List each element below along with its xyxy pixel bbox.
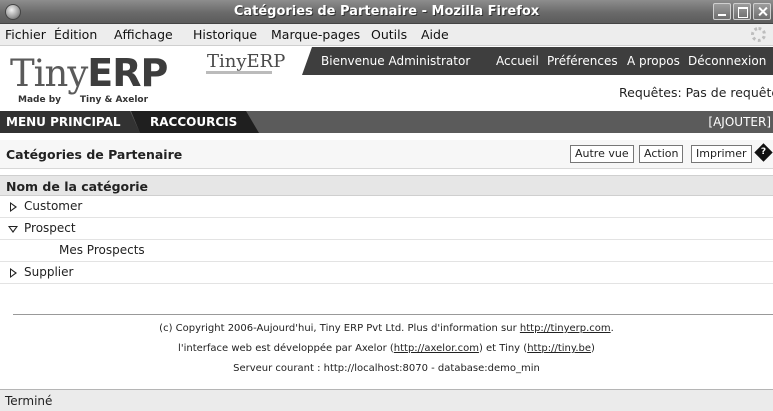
browser-statusbar: Terminé [0,389,773,411]
expand-arrow-icon[interactable] [10,202,17,212]
requests-status[interactable]: Requêtes: Pas de requête [619,85,773,100]
welcome-text: Bienvenue Administrator [321,54,471,68]
tab-menu-principal[interactable]: MENU PRINCIPAL [0,111,140,133]
collapse-arrow-icon[interactable] [8,226,18,233]
logo-tiny-text: Tiny [10,52,88,95]
menu-edition[interactable]: Édition [54,27,97,42]
footer-server: Serveur courant : http://localhost:8070 … [233,363,540,374]
print-button[interactable]: Imprimer [691,145,752,163]
tiny-be-link[interactable]: http://tiny.be [527,343,591,354]
loading-throbber-icon [751,27,766,42]
page-toolbar: Catégories de Partenaire Autre vue Actio… [0,140,773,169]
browser-menubar: Fichier Édition Affichage Historique Mar… [0,24,773,46]
main-navbar: MENU PRINCIPAL RACCOURCIS [0,111,773,133]
credits-text-b: ) et Tiny ( [478,343,528,354]
tree-row-supplier[interactable]: Supplier [0,262,773,284]
logo-made-by: Made by [18,95,62,105]
logo-subtitle: Made by Tiny & Axelor [18,95,148,105]
menu-marque-pages[interactable]: Marque-pages [271,27,360,42]
add-shortcut-link[interactable]: [AJOUTER] [708,115,771,129]
page-title: Catégories de Partenaire [6,147,183,162]
menu-aide[interactable]: Aide [421,27,449,42]
tree-row-prospect[interactable]: Prospect [0,218,773,240]
tinyerp-link[interactable]: http://tinyerp.com [520,323,611,334]
action-button[interactable]: Action [639,145,684,163]
credits-text-a: l'interface web est développée par Axelo… [178,343,394,354]
footer-credits: l'interface web est développée par Axelo… [178,343,595,354]
link-a-propos[interactable]: A propos [627,54,680,68]
app-header: TinyERP Made by Tiny & Axelor TinyERP Bi… [0,47,773,110]
tree-column-header[interactable]: Nom de la catégorie [0,175,773,196]
footer-divider [13,314,773,315]
maximize-button[interactable] [733,3,751,20]
tab-raccourcis[interactable]: RACCOURCIS [131,111,259,133]
tinyerp-small-logo: TinyERP [207,51,286,72]
menu-historique[interactable]: Historique [193,27,257,42]
row-label: Prospect [24,221,76,235]
logo-erp-text: ERP [87,51,168,95]
window-titlebar: Catégories de Partenaire - Mozilla Firef… [0,0,773,24]
footer-copyright: (c) Copyright 2006-Aujourd'hui, Tiny ERP… [159,323,614,334]
help-icon[interactable]: ? [754,143,773,162]
tree-row-customer[interactable]: Customer [0,196,773,218]
menu-affichage[interactable]: Affichage [114,27,173,42]
tinyerp-logo[interactable]: TinyERP [10,51,168,95]
link-deconnexion[interactable]: Déconnexion [688,54,766,68]
menu-outils[interactable]: Outils [371,27,407,42]
link-preferences[interactable]: Préférences [547,54,618,68]
menu-fichier[interactable]: Fichier [5,27,46,42]
tree-row-mes-prospects[interactable]: Mes Prospects [0,240,773,262]
row-label: Customer [24,199,83,213]
status-text: Terminé [5,394,53,408]
close-window-button[interactable] [753,3,771,20]
column-name-label: Nom de la catégorie [6,179,149,194]
expand-arrow-icon[interactable] [10,268,17,278]
minimize-button[interactable] [713,3,731,20]
row-label: Supplier [24,265,74,279]
row-label: Mes Prospects [59,243,145,257]
other-view-button[interactable]: Autre vue [570,145,634,163]
axelor-link[interactable]: http://axelor.com [394,343,479,354]
window-title: Catégories de Partenaire - Mozilla Firef… [233,4,540,19]
top-navigation: Bienvenue Administrator Accueil Préféren… [302,47,773,75]
link-accueil[interactable]: Accueil [496,54,539,68]
copyright-text: (c) Copyright 2006-Aujourd'hui, Tiny ERP… [159,323,520,334]
small-logo-tagline [206,71,272,74]
logo-tiny-axelor: Tiny & Axelor [79,95,149,105]
